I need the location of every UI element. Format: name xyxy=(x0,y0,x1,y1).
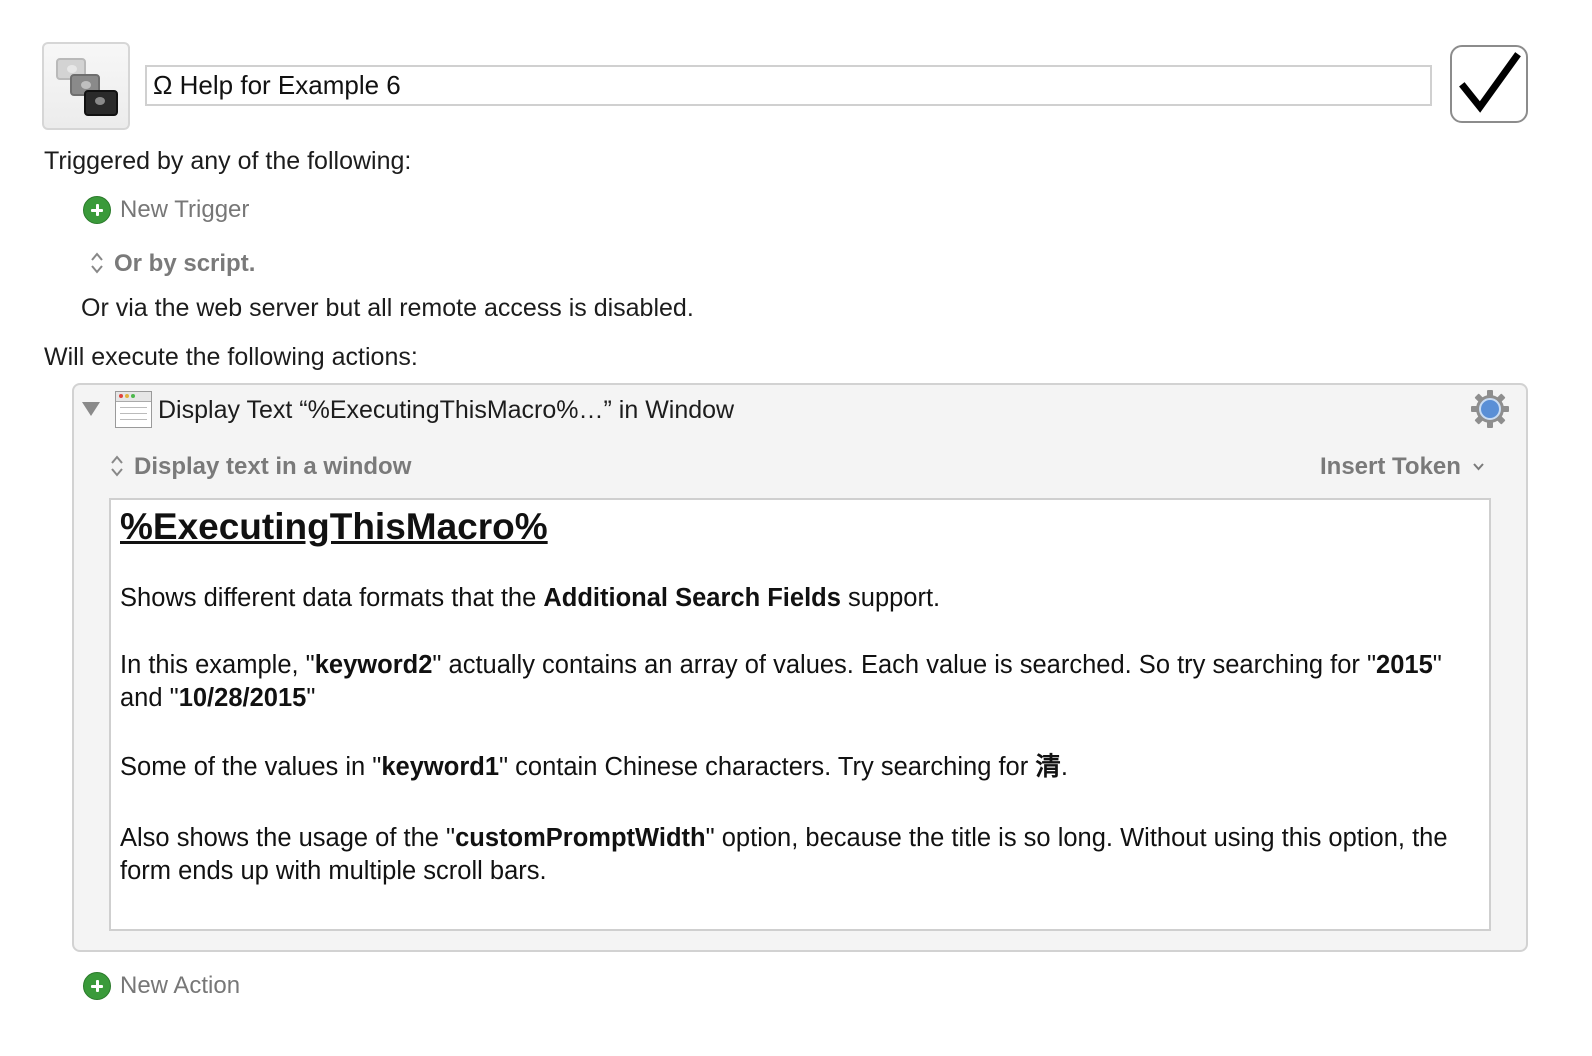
display-mode-label: Display text in a window xyxy=(134,453,412,480)
macro-enabled-checkbox[interactable] xyxy=(1450,45,1528,123)
triggers-heading: Triggered by any of the following: xyxy=(44,147,412,175)
text-paragraph-2: In this example, "keyword2" actually con… xyxy=(120,651,1442,712)
chevron-down-icon xyxy=(1473,463,1484,471)
new-trigger-label: New Trigger xyxy=(120,196,250,223)
insert-token-button[interactable]: Insert Token xyxy=(1320,453,1490,483)
actions-heading: Will execute the following actions: xyxy=(44,343,418,371)
insert-token-label: Insert Token xyxy=(1320,453,1461,480)
gear-icon[interactable] xyxy=(1470,389,1510,429)
new-action-label: New Action xyxy=(120,972,241,999)
or-by-script-popup[interactable]: Or by script. xyxy=(90,250,280,280)
display-mode-popup[interactable]: Display text in a window xyxy=(110,453,440,483)
new-action-button[interactable]: New Action xyxy=(83,972,273,1002)
disclosure-triangle-icon[interactable] xyxy=(82,402,100,416)
text-paragraph-4: Also shows the usage of the "customPromp… xyxy=(120,824,1448,885)
checkmark-icon xyxy=(1459,52,1521,113)
up-down-chevron-icon xyxy=(91,252,103,274)
plus-circle-icon xyxy=(83,196,111,224)
new-trigger-button[interactable]: New Trigger xyxy=(83,196,273,226)
text-paragraph-1: Shows different data formats that the Ad… xyxy=(120,584,941,612)
web-server-note: Or via the web server but all remote acc… xyxy=(81,294,694,322)
plus-circle-icon xyxy=(83,972,111,1000)
window-icon xyxy=(115,391,152,428)
action-title[interactable]: Display Text “%ExecutingThisMacro%…” in … xyxy=(158,396,734,425)
macro-name-field[interactable]: Ω Help for Example 6 xyxy=(145,65,1432,106)
stacked-windows-icon[interactable] xyxy=(42,42,130,130)
text-heading: %ExecutingThisMacro% xyxy=(120,506,548,547)
or-by-script-label: Or by script. xyxy=(114,250,256,277)
up-down-chevron-icon xyxy=(111,455,123,477)
text-paragraph-3: Some of the values in "keyword1" contain… xyxy=(120,753,1068,781)
